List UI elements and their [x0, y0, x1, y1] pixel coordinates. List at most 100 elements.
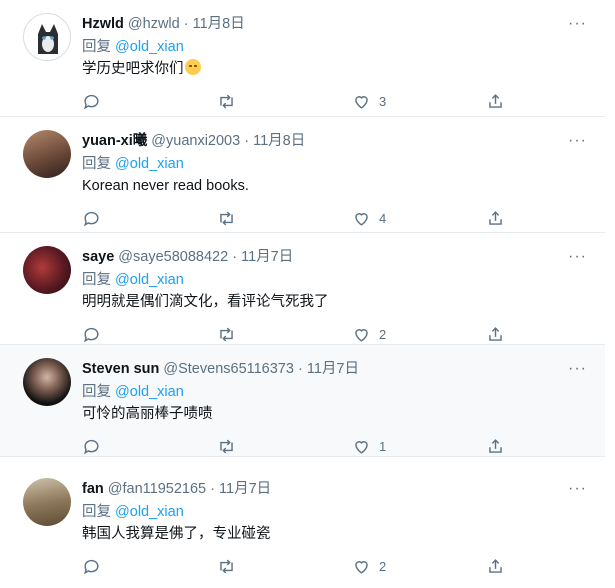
tweet-header: Steven sun @Stevens65116373 · 11月7日	[82, 359, 359, 379]
reply-button[interactable]	[82, 555, 101, 577]
reply-to-link[interactable]: @old_xian	[115, 504, 184, 520]
tweet[interactable]: saye @saye58088422 · 11月7日 ··· 回复 @old_x…	[0, 233, 605, 345]
tweet[interactable]: Steven sun @Stevens65116373 · 11月7日 ··· …	[0, 345, 605, 457]
heart-icon	[355, 212, 368, 226]
tweet-date[interactable]: 11月8日	[193, 16, 245, 32]
retweet-button[interactable]	[217, 435, 236, 457]
reply-prefix: 回复	[82, 504, 111, 520]
reply-prefix: 回复	[82, 39, 111, 55]
reply-to-link[interactable]: @old_xian	[115, 156, 184, 172]
more-options-icon[interactable]: ···	[568, 481, 587, 497]
like-button[interactable]: 4	[352, 207, 386, 229]
reply-context: 回复 @old_xian	[82, 270, 184, 290]
share-button[interactable]	[486, 435, 505, 457]
tweet-date[interactable]: 11月7日	[241, 249, 293, 265]
tweet-actions: 4	[82, 207, 512, 229]
more-options-icon[interactable]: ···	[568, 133, 587, 149]
tweet-date[interactable]: 11月8日	[253, 133, 305, 149]
separator-dot: ·	[297, 361, 303, 377]
retweet-icon	[220, 439, 233, 453]
retweet-icon	[220, 559, 233, 573]
display-name[interactable]: yuan-xi曦	[82, 133, 147, 149]
tweet-text: 明明就是偶们滴文化，看评论气死我了	[82, 294, 329, 310]
avatar[interactable]	[23, 246, 71, 294]
tweet-actions: 1	[82, 435, 512, 457]
tweet-date[interactable]: 11月7日	[219, 481, 271, 497]
reply-context: 回复 @old_xian	[82, 37, 184, 57]
reply-context: 回复 @old_xian	[82, 502, 184, 522]
tweet-header: Hzwld @hzwld · 11月8日	[82, 14, 245, 34]
heart-icon	[355, 560, 368, 574]
heart-icon	[355, 95, 368, 109]
reply-feed: Hzwld @hzwld · 11月8日 ··· 回复 @old_xian 学历…	[0, 0, 615, 588]
user-handle[interactable]: @saye58088422	[118, 249, 228, 265]
share-button[interactable]	[486, 555, 505, 577]
tweet-text-content: 学历史吧求你们	[82, 61, 184, 77]
like-count: 1	[379, 438, 387, 454]
retweet-icon	[220, 94, 233, 108]
tweet-text: 学历史吧求你们	[82, 59, 201, 79]
avatar[interactable]	[23, 358, 71, 406]
reply-button[interactable]	[82, 435, 101, 457]
tweet[interactable]: Hzwld @hzwld · 11月8日 ··· 回复 @old_xian 学历…	[0, 0, 605, 117]
reply-to-link[interactable]: @old_xian	[115, 272, 184, 288]
reply-prefix: 回复	[82, 156, 111, 172]
user-handle[interactable]: @fan11952165	[108, 481, 206, 497]
retweet-icon	[220, 327, 233, 341]
tweet[interactable]: fan @fan11952165 · 11月7日 ··· 回复 @old_xia…	[0, 465, 605, 588]
tweet-date[interactable]: 11月7日	[307, 361, 359, 377]
reply-to-link[interactable]: @old_xian	[115, 39, 184, 55]
share-button[interactable]	[486, 207, 505, 229]
reply-icon	[83, 439, 99, 454]
display-name[interactable]: fan	[82, 481, 104, 497]
user-handle[interactable]: @hzwld	[128, 16, 180, 32]
retweet-button[interactable]	[217, 90, 236, 112]
reply-button[interactable]	[82, 90, 101, 112]
like-button[interactable]: 3	[352, 90, 386, 112]
user-handle[interactable]: @yuanxi2003	[151, 133, 240, 149]
more-options-icon[interactable]: ···	[568, 16, 587, 32]
heart-icon	[355, 328, 368, 342]
reply-to-link[interactable]: @old_xian	[115, 384, 184, 400]
avatar[interactable]	[23, 13, 71, 61]
like-count: 3	[379, 93, 387, 109]
retweet-button[interactable]	[217, 323, 236, 345]
more-options-icon[interactable]: ···	[568, 361, 587, 377]
tweet-text: 韩国人我算是佛了，专业碰瓷	[82, 526, 271, 542]
share-button[interactable]	[486, 90, 505, 112]
reply-context: 回复 @old_xian	[82, 382, 184, 402]
reply-context: 回复 @old_xian	[82, 154, 184, 174]
tweet-header: yuan-xi曦 @yuanxi2003 · 11月8日	[82, 131, 305, 151]
avatar[interactable]	[23, 130, 71, 178]
share-icon	[489, 438, 502, 453]
share-icon	[489, 210, 502, 225]
display-name[interactable]: Steven sun	[82, 361, 159, 377]
retweet-icon	[220, 211, 233, 225]
retweet-button[interactable]	[217, 555, 236, 577]
tweet-actions: 2	[82, 323, 512, 345]
separator-dot: ·	[210, 481, 215, 497]
heart-icon	[355, 440, 368, 454]
share-icon	[489, 558, 502, 573]
tweet[interactable]: yuan-xi曦 @yuanxi2003 · 11月8日 ··· 回复 @old…	[0, 117, 605, 233]
share-icon	[489, 326, 502, 341]
like-button[interactable]: 1	[352, 435, 386, 457]
reply-button[interactable]	[82, 207, 101, 229]
share-button[interactable]	[486, 323, 505, 345]
avatar[interactable]	[23, 478, 71, 526]
separator-dot: ·	[244, 133, 250, 149]
tweet-text: Korean never read books.	[82, 178, 249, 194]
tweet-header: saye @saye58088422 · 11月7日	[82, 247, 293, 267]
like-button[interactable]: 2	[352, 323, 386, 345]
user-handle[interactable]: @Stevens65116373	[163, 361, 294, 377]
crying-face-icon	[184, 59, 201, 75]
more-options-icon[interactable]: ···	[568, 249, 587, 265]
reply-icon	[83, 327, 99, 342]
separator-dot: ·	[183, 16, 189, 32]
like-button[interactable]: 2	[352, 555, 386, 577]
tweet-actions: 3	[82, 90, 512, 112]
display-name[interactable]: saye	[82, 249, 114, 265]
reply-button[interactable]	[82, 323, 101, 345]
retweet-button[interactable]	[217, 207, 236, 229]
display-name[interactable]: Hzwld	[82, 16, 124, 32]
